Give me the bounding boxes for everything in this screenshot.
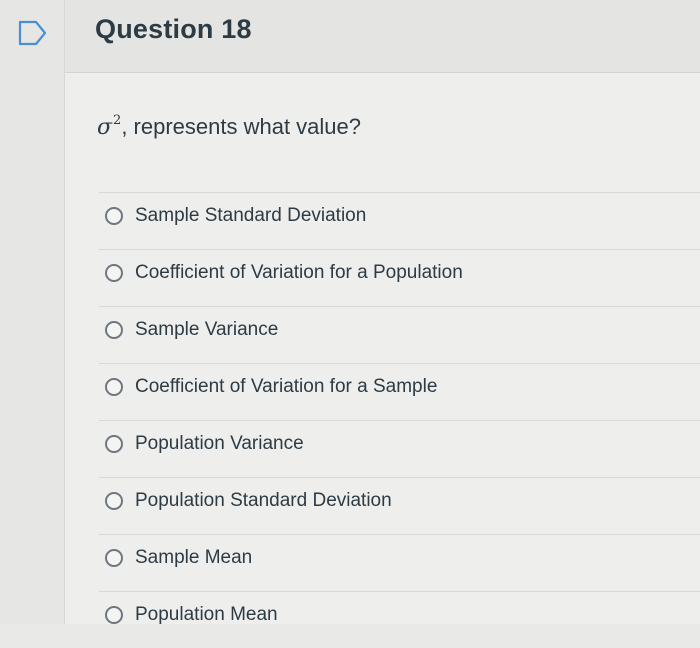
- answer-label: Coefficient of Variation for a Populatio…: [135, 262, 463, 283]
- question-card: Question 18 σ2, represents what value? S…: [64, 0, 700, 625]
- answer-option[interactable]: Population Mean: [99, 591, 700, 648]
- prompt-text: , represents what value?: [121, 114, 362, 139]
- answer-option[interactable]: Sample Standard Deviation: [99, 192, 700, 249]
- answer-option[interactable]: Coefficient of Variation for a Populatio…: [99, 249, 700, 306]
- answer-option[interactable]: Coefficient of Variation for a Sample: [99, 363, 700, 420]
- radio-button[interactable]: [105, 549, 123, 567]
- sigma-exponent: 2: [113, 113, 122, 128]
- radio-button[interactable]: [105, 264, 123, 282]
- left-gutter: [0, 0, 64, 624]
- answer-label: Coefficient of Variation for a Sample: [135, 376, 438, 397]
- answer-label: Population Standard Deviation: [135, 490, 392, 511]
- question-header: Question 18: [65, 0, 700, 73]
- flag-question-icon[interactable]: [18, 20, 48, 46]
- answer-list: Sample Standard Deviation Coefficient of…: [99, 192, 700, 648]
- question-title: Question 18: [95, 14, 252, 44]
- answer-label: Sample Mean: [135, 547, 253, 568]
- answer-option[interactable]: Population Variance: [99, 420, 700, 477]
- sigma-symbol: σ: [97, 115, 113, 140]
- radio-button[interactable]: [105, 435, 123, 453]
- answer-option[interactable]: Sample Variance: [99, 306, 700, 363]
- answer-label: Population Variance: [135, 433, 304, 454]
- answer-option[interactable]: Sample Mean: [99, 534, 700, 591]
- answer-option[interactable]: Population Standard Deviation: [99, 477, 700, 534]
- radio-button[interactable]: [105, 378, 123, 396]
- radio-button[interactable]: [105, 492, 123, 510]
- radio-button[interactable]: [105, 207, 123, 225]
- answer-label: Sample Variance: [135, 319, 279, 340]
- answer-label: Sample Standard Deviation: [135, 205, 367, 226]
- question-prompt: σ2, represents what value?: [97, 113, 362, 140]
- radio-button[interactable]: [105, 321, 123, 339]
- answer-label: Population Mean: [135, 604, 278, 625]
- radio-button[interactable]: [105, 606, 123, 624]
